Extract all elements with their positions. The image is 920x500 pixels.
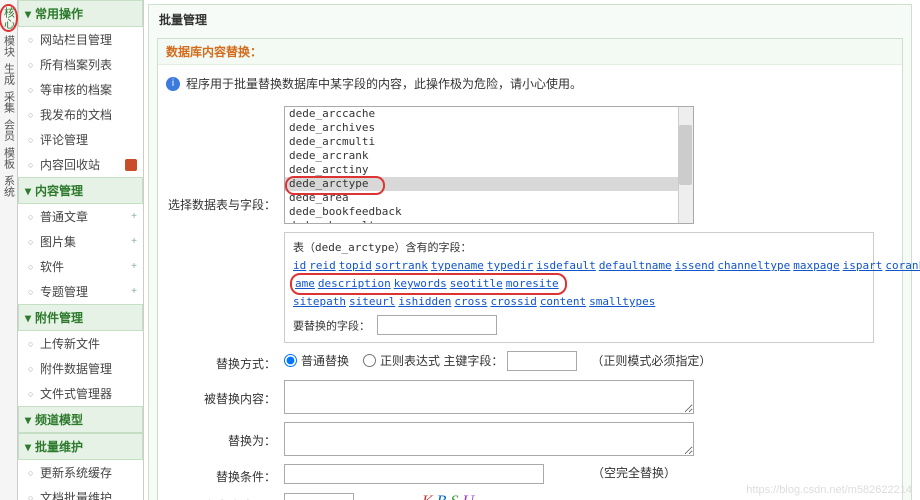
sidebar-item[interactable]: 普通文章+	[18, 204, 143, 229]
field-link[interactable]: corank	[885, 259, 920, 272]
radio-mode-regex[interactable]	[363, 354, 376, 367]
radio-label-normal: 普通替换	[301, 352, 349, 369]
condition-hint: （空完全替换）	[592, 464, 676, 481]
captcha-input[interactable]	[284, 493, 354, 500]
rail-item[interactable]: 会员	[2, 116, 14, 144]
sidebar-item[interactable]: 图片集+	[18, 229, 143, 254]
recycle-icon	[125, 159, 137, 171]
label-replace: 替换为：	[166, 422, 276, 449]
field-link[interactable]: defaultname	[599, 259, 672, 272]
field-link[interactable]: maxpage	[793, 259, 839, 272]
field-link[interactable]: ishidden	[398, 295, 451, 308]
fields-highlighted: amedescriptionkeywordsseotitlemoresite	[293, 275, 564, 293]
table-option-selected: dede_arctype	[285, 177, 693, 191]
sidebar-group-content[interactable]: ▾内容管理	[18, 177, 143, 204]
field-link[interactable]: siteurl	[349, 295, 395, 308]
sidebar-item[interactable]: 等审核的档案	[18, 77, 143, 102]
rail-item[interactable]: 模板	[2, 144, 14, 172]
field-link[interactable]: typename	[431, 259, 484, 272]
captcha-image: KBSU	[422, 493, 478, 500]
content-target-textarea[interactable]	[284, 422, 694, 456]
sidebar-item[interactable]: 附件数据管理	[18, 356, 143, 381]
sidebar-item[interactable]: 更新系统缓存	[18, 460, 143, 485]
radio-mode-normal[interactable]	[284, 354, 297, 367]
rail-item[interactable]: 采集	[2, 88, 14, 116]
field-link[interactable]: ame	[295, 277, 315, 290]
sidebar-item[interactable]: 网站栏目管理	[18, 27, 143, 52]
condition-input[interactable]	[284, 464, 544, 484]
sidebar-item[interactable]: 上传新文件	[18, 331, 143, 356]
sidebar-item[interactable]: 所有档案列表	[18, 52, 143, 77]
label-select-table: 选择数据表与字段：	[166, 106, 276, 213]
field-link[interactable]: content	[540, 295, 586, 308]
info-icon: i	[166, 77, 180, 91]
field-name-input[interactable]	[377, 315, 497, 335]
field-link[interactable]: isdefault	[536, 259, 596, 272]
field-link[interactable]: description	[318, 277, 391, 290]
sidebar-item[interactable]: 文档批量维护	[18, 485, 143, 500]
field-link[interactable]: sortrank	[375, 259, 428, 272]
label-mode: 替换方式：	[166, 351, 276, 372]
field-link[interactable]: issend	[675, 259, 715, 272]
table-select-list[interactable]: dede_arccache dede_archives dede_arcmult…	[284, 106, 694, 224]
warning-text: 程序用于批量替换数据库中某字段的内容，此操作极为危险，请小心使用。	[186, 75, 582, 92]
field-link[interactable]: typedir	[487, 259, 533, 272]
label-field-to-replace: 要替换的字段：	[293, 320, 370, 333]
field-link[interactable]: cross	[454, 295, 487, 308]
sidebar-item[interactable]: 文件式管理器	[18, 381, 143, 406]
field-link[interactable]: moresite	[506, 277, 559, 290]
field-link[interactable]: topid	[339, 259, 372, 272]
field-link[interactable]: channeltype	[717, 259, 790, 272]
sidebar-group-channel[interactable]: ▾频道模型	[18, 406, 143, 433]
left-rail: 核心 模块 生成 采集 会员 模板 系统	[0, 0, 18, 500]
sidebar-item[interactable]: 评论管理	[18, 127, 143, 152]
field-link[interactable]: keywords	[394, 277, 447, 290]
sidebar-item[interactable]: 内容回收站	[18, 152, 143, 177]
scrollbar[interactable]	[678, 107, 693, 223]
field-link[interactable]: crossid	[490, 295, 536, 308]
sidebar-group-common[interactable]: ▾常用操作	[18, 0, 143, 27]
radio-label-regex: 正则表达式 主键字段：	[380, 352, 503, 369]
sidebar: ▾常用操作 网站栏目管理 所有档案列表 等审核的档案 我发布的文档 评论管理 内…	[18, 0, 144, 500]
rail-item[interactable]: 生成	[2, 60, 14, 88]
section-title: 数据库内容替换：	[158, 39, 902, 65]
rail-item-core[interactable]: 核心	[0, 4, 18, 32]
warning-row: i 程序用于批量替换数据库中某字段的内容，此操作极为危险，请小心使用。	[158, 65, 902, 102]
field-link[interactable]: id	[293, 259, 306, 272]
field-link[interactable]: reid	[309, 259, 336, 272]
label-content: 被替换内容：	[166, 380, 276, 407]
main-content: 批量管理 数据库内容替换： i 程序用于批量替换数据库中某字段的内容，此操作极为…	[144, 0, 920, 500]
rail-item[interactable]: 系统	[2, 172, 14, 200]
sidebar-item[interactable]: 软件+	[18, 254, 143, 279]
field-link[interactable]: sitepath	[293, 295, 346, 308]
fields-header: 表（dede_arctype）含有的字段：	[293, 239, 865, 257]
field-link[interactable]: smalltypes	[589, 295, 655, 308]
sidebar-item[interactable]: 我发布的文档	[18, 102, 143, 127]
mode-hint: （正则模式必须指定）	[591, 352, 711, 369]
field-link[interactable]: ispart	[843, 259, 883, 272]
sidebar-group-batch[interactable]: ▾批量维护	[18, 433, 143, 460]
watermark: https://blog.csdn.net/m582622214	[746, 484, 912, 496]
rail-item[interactable]: 模块	[2, 32, 14, 60]
panel-title: 批量管理	[149, 5, 911, 34]
fields-box: 表（dede_arctype）含有的字段： idreidtopidsortran…	[284, 232, 874, 343]
field-link[interactable]: seotitle	[450, 277, 503, 290]
label-condition: 替换条件：	[166, 464, 276, 485]
primary-key-input[interactable]	[507, 351, 577, 371]
content-source-textarea[interactable]	[284, 380, 694, 414]
label-captcha: 安全确认码：	[166, 493, 276, 500]
sidebar-item[interactable]: 专题管理+	[18, 279, 143, 304]
sidebar-group-attach[interactable]: ▾附件管理	[18, 304, 143, 331]
